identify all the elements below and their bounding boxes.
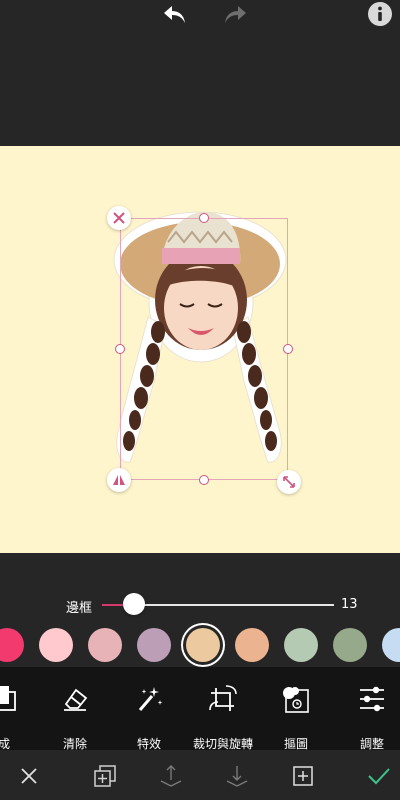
top-bar xyxy=(0,0,400,146)
layer-icon xyxy=(0,683,42,715)
border-settings-panel: 邊框 13 xyxy=(0,553,400,667)
tool-layer[interactable]: 成 xyxy=(0,683,42,751)
duplicate-icon xyxy=(94,765,116,787)
info-button[interactable] xyxy=(367,1,393,27)
color-swatch[interactable] xyxy=(137,628,171,662)
color-swatch[interactable] xyxy=(382,628,400,662)
sliders-icon xyxy=(334,683,400,715)
redo-button[interactable] xyxy=(220,2,250,28)
border-slider-thumb[interactable] xyxy=(123,593,146,615)
layer-up-icon xyxy=(160,765,182,787)
editor-canvas[interactable] xyxy=(0,146,400,553)
resize-rotate-button[interactable] xyxy=(277,470,301,494)
color-swatch[interactable] xyxy=(333,628,367,662)
tool-crop-rotate[interactable]: 裁切與旋轉 xyxy=(185,683,261,751)
mirror-button[interactable] xyxy=(107,468,131,492)
duplicate-button[interactable] xyxy=(93,764,117,788)
layer-down-icon xyxy=(226,766,248,787)
send-backward-button[interactable] xyxy=(225,764,249,788)
checkmark-icon xyxy=(368,768,390,785)
add-icon xyxy=(293,766,313,786)
redo-icon xyxy=(225,6,246,23)
color-swatch[interactable] xyxy=(284,628,318,662)
close-icon xyxy=(113,212,125,224)
border-slider-label: 邊框 xyxy=(66,601,93,616)
tool-bar: 成 清除 特效 裁切與旋轉 摳圖 調整 xyxy=(0,667,400,751)
magic-wand-icon xyxy=(111,683,187,715)
resize-handle-top[interactable] xyxy=(199,213,209,223)
undo-button[interactable] xyxy=(160,2,190,28)
cutout-icon xyxy=(258,683,334,715)
tool-effects[interactable]: 特效 xyxy=(111,683,187,751)
color-swatch[interactable] xyxy=(235,628,269,662)
color-swatch[interactable] xyxy=(0,628,24,662)
tool-adjust[interactable]: 調整 xyxy=(334,683,400,751)
resize-handle-right[interactable] xyxy=(283,344,293,354)
resize-handle-bottom[interactable] xyxy=(199,475,209,485)
bring-forward-button[interactable] xyxy=(159,764,183,788)
resize-handle-left[interactable] xyxy=(115,344,125,354)
color-swatch[interactable] xyxy=(39,628,73,662)
undo-icon xyxy=(164,6,185,23)
add-button[interactable] xyxy=(291,764,315,788)
resize-icon xyxy=(283,476,295,488)
cancel-button[interactable] xyxy=(17,764,41,788)
color-swatch[interactable] xyxy=(186,628,220,662)
tool-eraser[interactable]: 清除 xyxy=(37,683,113,751)
action-bar xyxy=(0,750,400,800)
eraser-icon xyxy=(37,683,113,715)
selection-box[interactable] xyxy=(120,218,288,480)
color-swatch[interactable] xyxy=(88,628,122,662)
confirm-button[interactable] xyxy=(367,764,391,788)
crop-rotate-icon xyxy=(185,683,261,715)
flip-icon xyxy=(113,475,125,485)
delete-sticker-button[interactable] xyxy=(107,206,131,230)
border-slider-value: 13 xyxy=(341,597,358,612)
info-icon xyxy=(368,2,392,26)
close-icon xyxy=(21,768,37,784)
tool-cutout[interactable]: 摳圖 xyxy=(258,683,334,751)
